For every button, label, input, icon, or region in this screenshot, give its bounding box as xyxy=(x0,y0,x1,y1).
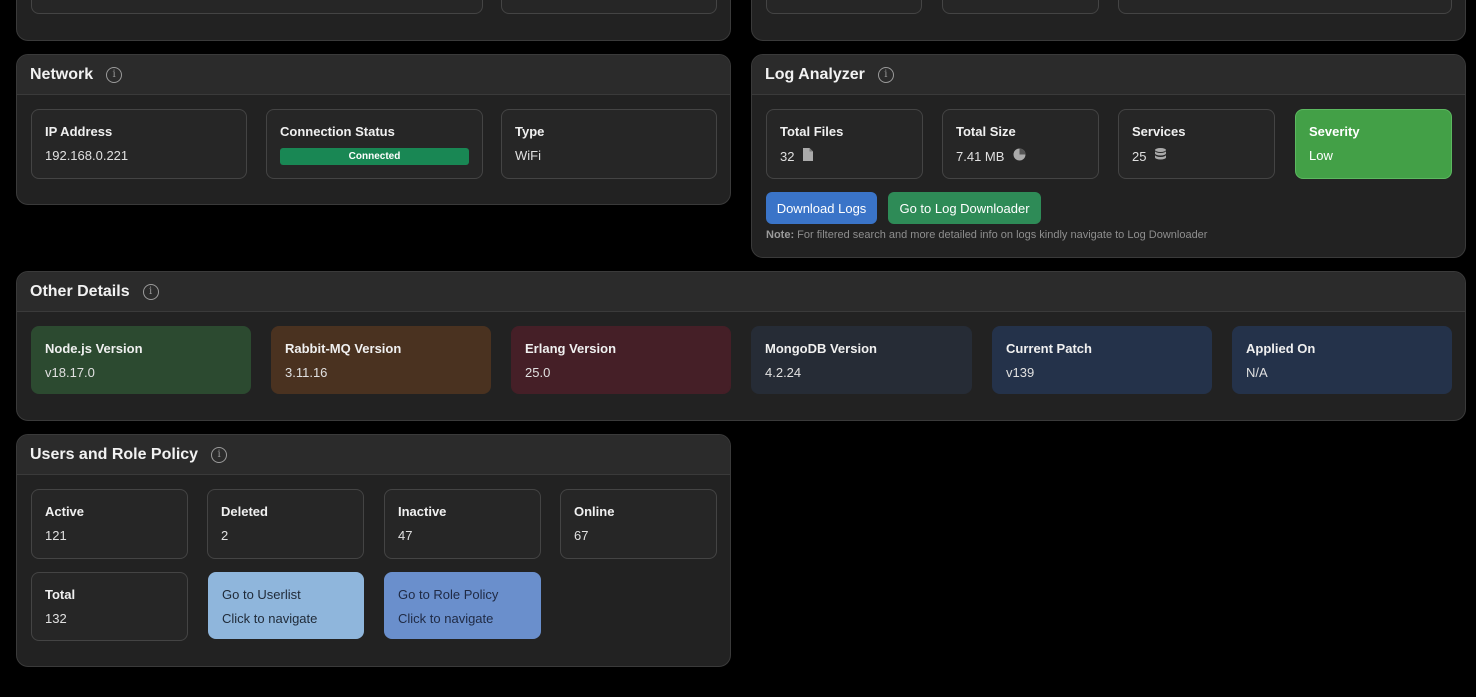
pie-chart-icon xyxy=(1013,148,1026,165)
total-files-row: 32 xyxy=(780,148,909,165)
inactive-users-card: Inactive 47 xyxy=(384,489,541,559)
ip-address-value: 192.168.0.221 xyxy=(45,148,129,163)
total-label: Total xyxy=(45,587,76,602)
severity-value: Low xyxy=(1309,148,1333,163)
services-value: 25 xyxy=(1132,148,1147,164)
detail-label: Applied On xyxy=(1246,341,1316,356)
detail-value: v139 xyxy=(1006,365,1035,380)
network-type-card: Type WiFi xyxy=(501,109,717,179)
detail-value: 4.2.24 xyxy=(765,365,802,380)
other-details-header: Other Details i xyxy=(17,272,1465,312)
top-card-partial xyxy=(1118,0,1452,14)
total-files-card: Total Files 32 xyxy=(766,109,923,179)
network-header: Network i xyxy=(17,55,730,95)
info-icon[interactable]: i xyxy=(142,283,159,300)
users-header: Users and Role Policy i xyxy=(17,435,730,475)
total-size-card: Total Size 7.41 MB xyxy=(942,109,1099,179)
total-size-row: 7.41 MB xyxy=(956,148,1085,165)
detail-label: Erlang Version xyxy=(525,341,617,356)
services-label: Services xyxy=(1132,124,1186,139)
users-title: Users and Role Policy xyxy=(30,445,199,463)
network-type-label: Type xyxy=(515,124,545,139)
log-note-bold: Note: xyxy=(766,229,795,241)
total-files-label: Total Files xyxy=(780,124,844,139)
top-left-panel-partial xyxy=(16,0,731,41)
download-logs-button[interactable]: Download Logs xyxy=(766,192,877,224)
top-right-panel-partial xyxy=(751,0,1466,41)
network-title: Network xyxy=(30,65,94,83)
connection-status-badge: Connected xyxy=(280,148,469,165)
inactive-value: 47 xyxy=(398,528,413,543)
userlist-sub: Click to navigate xyxy=(222,611,318,626)
ip-address-card: IP Address 192.168.0.221 xyxy=(31,109,247,179)
info-icon[interactable]: i xyxy=(211,446,228,463)
rabbitmq-version-card: Rabbit-MQ Version 3.11.16 xyxy=(271,326,491,394)
other-details-panel: Other Details i Node.js Version v18.17.0… xyxy=(16,271,1466,421)
detail-value: 25.0 xyxy=(525,365,551,380)
go-to-role-policy-card[interactable]: Go to Role Policy Click to navigate xyxy=(384,572,541,639)
online-label: Online xyxy=(574,504,615,519)
log-analyzer-panel: Log Analyzer i Total Files 32 Total Size… xyxy=(751,54,1466,258)
userlist-label: Go to Userlist xyxy=(222,587,301,602)
top-card-partial xyxy=(31,0,483,14)
total-files-value: 32 xyxy=(780,148,795,164)
severity-card: Severity Low xyxy=(1295,109,1452,179)
file-icon xyxy=(803,148,814,165)
detail-label: Rabbit-MQ Version xyxy=(285,341,402,356)
erlang-version-card: Erlang Version 25.0 xyxy=(511,326,731,394)
go-to-log-downloader-button[interactable]: Go to Log Downloader xyxy=(888,192,1041,224)
total-users-card: Total 132 xyxy=(31,572,188,641)
applied-on-card: Applied On N/A xyxy=(1232,326,1452,394)
log-analyzer-title: Log Analyzer xyxy=(765,65,865,83)
go-to-userlist-card[interactable]: Go to Userlist Click to navigate xyxy=(208,572,364,639)
detail-label: MongoDB Version xyxy=(765,341,877,356)
detail-value: 3.11.16 xyxy=(285,365,328,380)
mongodb-version-card: MongoDB Version 4.2.24 xyxy=(751,326,972,394)
detail-label: Current Patch xyxy=(1006,341,1092,356)
top-card-partial xyxy=(501,0,717,14)
current-patch-card: Current Patch v139 xyxy=(992,326,1212,394)
total-size-value: 7.41 MB xyxy=(956,148,1005,164)
detail-label: Node.js Version xyxy=(45,341,143,356)
online-users-card: Online 67 xyxy=(560,489,717,559)
deleted-value: 2 xyxy=(221,528,229,543)
users-role-policy-panel: Users and Role Policy i Active 121 Delet… xyxy=(16,434,731,667)
inactive-label: Inactive xyxy=(398,504,447,519)
active-value: 121 xyxy=(45,528,67,543)
info-icon[interactable]: i xyxy=(106,66,123,83)
database-icon xyxy=(1155,148,1167,165)
total-size-label: Total Size xyxy=(956,124,1016,139)
services-card: Services 25 xyxy=(1118,109,1275,179)
connection-status-label: Connection Status xyxy=(280,124,395,139)
total-value: 132 xyxy=(45,611,67,626)
detail-value: N/A xyxy=(1246,365,1268,380)
role-policy-sub: Click to navigate xyxy=(398,611,494,626)
log-note: Note: For filtered search and more detai… xyxy=(766,229,1207,241)
other-details-title: Other Details xyxy=(30,282,130,300)
nodejs-version-card: Node.js Version v18.17.0 xyxy=(31,326,251,394)
top-card-partial xyxy=(942,0,1099,14)
active-label: Active xyxy=(45,504,85,519)
info-icon[interactable]: i xyxy=(877,66,894,83)
active-users-card: Active 121 xyxy=(31,489,188,559)
deleted-users-card: Deleted 2 xyxy=(207,489,364,559)
log-analyzer-header: Log Analyzer i xyxy=(752,55,1465,95)
deleted-label: Deleted xyxy=(221,504,268,519)
role-policy-label: Go to Role Policy xyxy=(398,587,499,602)
ip-address-label: IP Address xyxy=(45,124,113,139)
network-type-value: WiFi xyxy=(515,148,541,163)
detail-value: v18.17.0 xyxy=(45,365,95,380)
network-panel: Network i IP Address 192.168.0.221 Conne… xyxy=(16,54,731,205)
connection-status-card: Connection Status Connected xyxy=(266,109,483,179)
severity-label: Severity xyxy=(1309,124,1360,139)
online-value: 67 xyxy=(574,528,589,543)
log-note-text: For filtered search and more detailed in… xyxy=(794,229,1208,241)
top-card-partial xyxy=(766,0,922,14)
services-row: 25 xyxy=(1132,148,1261,165)
